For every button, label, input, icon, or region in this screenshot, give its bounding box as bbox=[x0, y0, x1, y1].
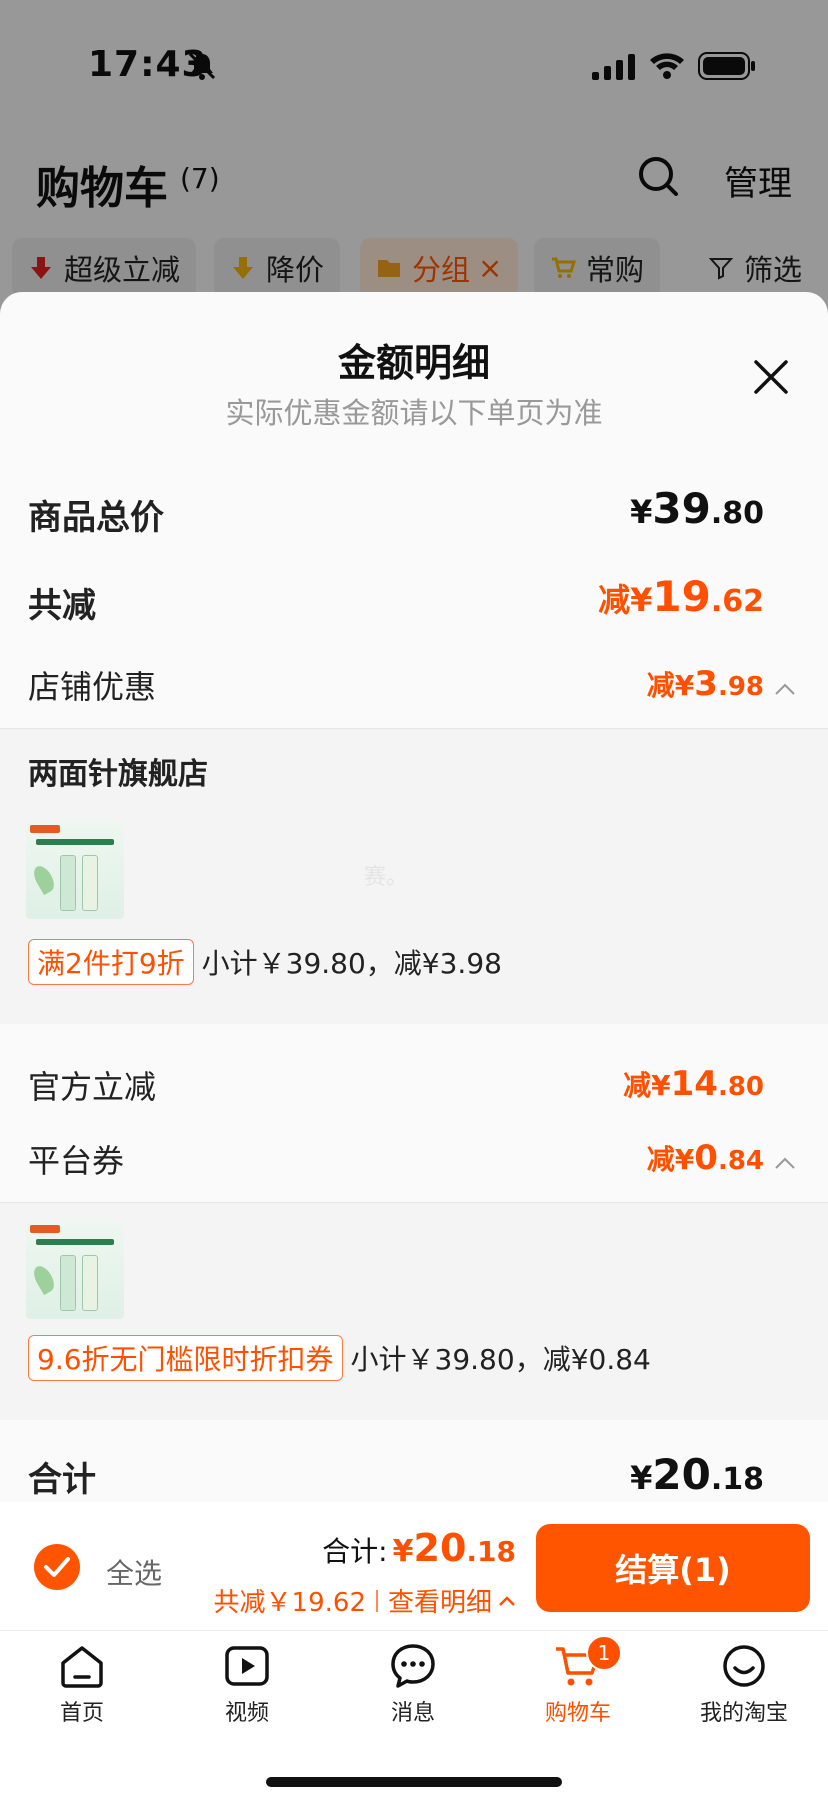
chevron-up-icon bbox=[499, 1595, 515, 1606]
checkout-bar: 全选 合计: ¥20.18 共减￥19.62 查看明细 结算(1) bbox=[0, 1502, 828, 1630]
checkout-total: 合计: ¥20.18 bbox=[322, 1526, 516, 1570]
close-icon[interactable] bbox=[752, 358, 790, 396]
tab-profile[interactable]: 我的淘宝 bbox=[684, 1641, 804, 1741]
select-all-checkbox[interactable] bbox=[34, 1544, 80, 1590]
thumb-tube bbox=[82, 1255, 98, 1311]
amount-int: 19 bbox=[652, 572, 711, 621]
amount-prefix: 减¥ bbox=[646, 1143, 695, 1176]
store-discount-group: 两面针旗舰店 赛。 满2件打9折 小计￥39.80，减¥3.98 bbox=[0, 728, 828, 1024]
sheet-title: 金额明细 bbox=[337, 341, 490, 385]
home-indicator bbox=[266, 1777, 562, 1787]
message-icon bbox=[391, 1644, 435, 1688]
video-icon bbox=[225, 1646, 269, 1686]
tab-label: 购物车 bbox=[544, 1701, 611, 1726]
store-discount-value: 减¥3.98 bbox=[647, 664, 764, 704]
cart-badge: 1 bbox=[586, 1635, 622, 1671]
amount-dec: .18 bbox=[466, 1535, 516, 1568]
promo-tag: 满2件打9折 bbox=[28, 939, 194, 985]
thumb-leaf bbox=[30, 1262, 58, 1296]
thumb-tube bbox=[60, 1255, 76, 1311]
tab-cart[interactable]: 1 购物车 bbox=[518, 1635, 638, 1741]
thumb-tube bbox=[60, 855, 76, 911]
total-value: ¥20.18 bbox=[393, 1526, 516, 1570]
saving-line[interactable]: 共减￥19.62 查看明细 bbox=[214, 1582, 516, 1619]
profile-icon bbox=[723, 1645, 765, 1687]
goods-total-value: ¥39.80 bbox=[630, 484, 764, 533]
chevron-up-icon[interactable] bbox=[774, 1156, 796, 1170]
platform-coupon-value: 减¥0.84 bbox=[647, 1138, 764, 1178]
platform-coupon-label: 平台券 bbox=[28, 1142, 125, 1180]
amount-dec: .80 bbox=[710, 496, 764, 531]
tab-label: 消息 bbox=[390, 1701, 435, 1726]
bottom-tab-bar: 首页 视频 消息 1 购物车 我的淘宝 bbox=[0, 1630, 828, 1801]
tab-messages[interactable]: 消息 bbox=[353, 1641, 473, 1741]
amount-int: 20 bbox=[413, 1526, 467, 1570]
amount-dec: .98 bbox=[717, 672, 764, 702]
official-reduction-label: 官方立减 bbox=[28, 1068, 157, 1106]
home-icon bbox=[61, 1646, 103, 1688]
view-detail-link[interactable]: 查看明细 bbox=[388, 1582, 492, 1619]
promo-text: 小计￥39.80，减¥3.98 bbox=[201, 947, 502, 980]
tab-label: 我的淘宝 bbox=[699, 1701, 788, 1726]
store-name: 两面针旗舰店 bbox=[28, 757, 208, 792]
thumb-leaf bbox=[30, 862, 58, 896]
sheet-subtitle: 实际优惠金额请以下单页为准 bbox=[225, 396, 603, 430]
amount-int: 14 bbox=[670, 1064, 718, 1104]
official-reduction-row: 官方立减 减¥14.80 bbox=[28, 1052, 764, 1112]
platform-coupon-row[interactable]: 平台券 减¥0.84 bbox=[28, 1126, 764, 1186]
store-discount-label: 店铺优惠 bbox=[28, 668, 157, 706]
currency: ¥ bbox=[392, 1534, 414, 1569]
promo-tag: 9.6折无门槛限时折扣券 bbox=[28, 1335, 343, 1381]
store-promo-line: 满2件打9折 小计￥39.80，减¥3.98 bbox=[28, 939, 502, 985]
product-thumbnail[interactable] bbox=[26, 821, 124, 919]
divider bbox=[375, 1589, 378, 1612]
grand-total-label: 合计 bbox=[28, 1460, 96, 1500]
tab-video[interactable]: 视频 bbox=[187, 1641, 307, 1741]
thumb-logo bbox=[30, 825, 60, 833]
saving-text: 共减￥19.62 bbox=[213, 1588, 366, 1618]
official-reduction-value: 减¥14.80 bbox=[623, 1064, 764, 1104]
amount-dec: .84 bbox=[717, 1146, 764, 1176]
total-reduction-row: 共减 减¥19.62 bbox=[28, 568, 764, 628]
amount-int: 0 bbox=[694, 1138, 718, 1178]
thumb-logo bbox=[30, 1225, 60, 1233]
chevron-up-icon[interactable] bbox=[774, 682, 796, 696]
amount-int: 39 bbox=[652, 484, 711, 533]
currency: ¥ bbox=[630, 1459, 653, 1497]
amount-dec: .80 bbox=[717, 1072, 764, 1102]
coupon-promo-line: 9.6折无门槛限时折扣券 小计￥39.80，减¥0.84 bbox=[28, 1335, 651, 1381]
thumb-banner bbox=[36, 839, 114, 845]
watermark-text: 赛。 bbox=[364, 865, 409, 890]
total-reduction-label: 共减 bbox=[28, 586, 96, 626]
tab-home[interactable]: 首页 bbox=[22, 1641, 142, 1741]
amount-int: 20 bbox=[652, 1450, 711, 1499]
product-thumbnail[interactable] bbox=[26, 1221, 124, 1319]
amount-dec: .62 bbox=[710, 584, 764, 619]
currency: ¥ bbox=[630, 493, 653, 531]
amount-dec: .18 bbox=[710, 1462, 764, 1497]
grand-total-value: ¥20.18 bbox=[630, 1450, 764, 1499]
tab-label: 首页 bbox=[59, 1701, 104, 1726]
thumb-banner bbox=[36, 1239, 114, 1245]
checkmark-icon bbox=[44, 1557, 70, 1577]
tab-label: 视频 bbox=[224, 1701, 269, 1726]
goods-total-row: 商品总价 ¥39.80 bbox=[28, 480, 764, 540]
total-reduction-value: 减¥19.62 bbox=[598, 572, 764, 621]
store-discount-row[interactable]: 店铺优惠 减¥3.98 bbox=[28, 652, 764, 712]
goods-total-label: 商品总价 bbox=[28, 498, 164, 538]
thumb-tube bbox=[82, 855, 98, 911]
amount-int: 3 bbox=[694, 664, 718, 704]
amount-prefix: 减¥ bbox=[646, 669, 695, 702]
amount-prefix: 减¥ bbox=[623, 1069, 671, 1102]
amount-prefix: 减¥ bbox=[598, 581, 653, 619]
total-label: 合计: bbox=[322, 1535, 388, 1568]
coupon-group: 9.6折无门槛限时折扣券 小计￥39.80，减¥0.84 bbox=[0, 1202, 828, 1420]
checkout-button[interactable]: 结算(1) bbox=[536, 1524, 810, 1612]
select-all-label[interactable]: 全选 bbox=[106, 1552, 162, 1592]
promo-text: 小计￥39.80，减¥0.84 bbox=[350, 1343, 651, 1376]
